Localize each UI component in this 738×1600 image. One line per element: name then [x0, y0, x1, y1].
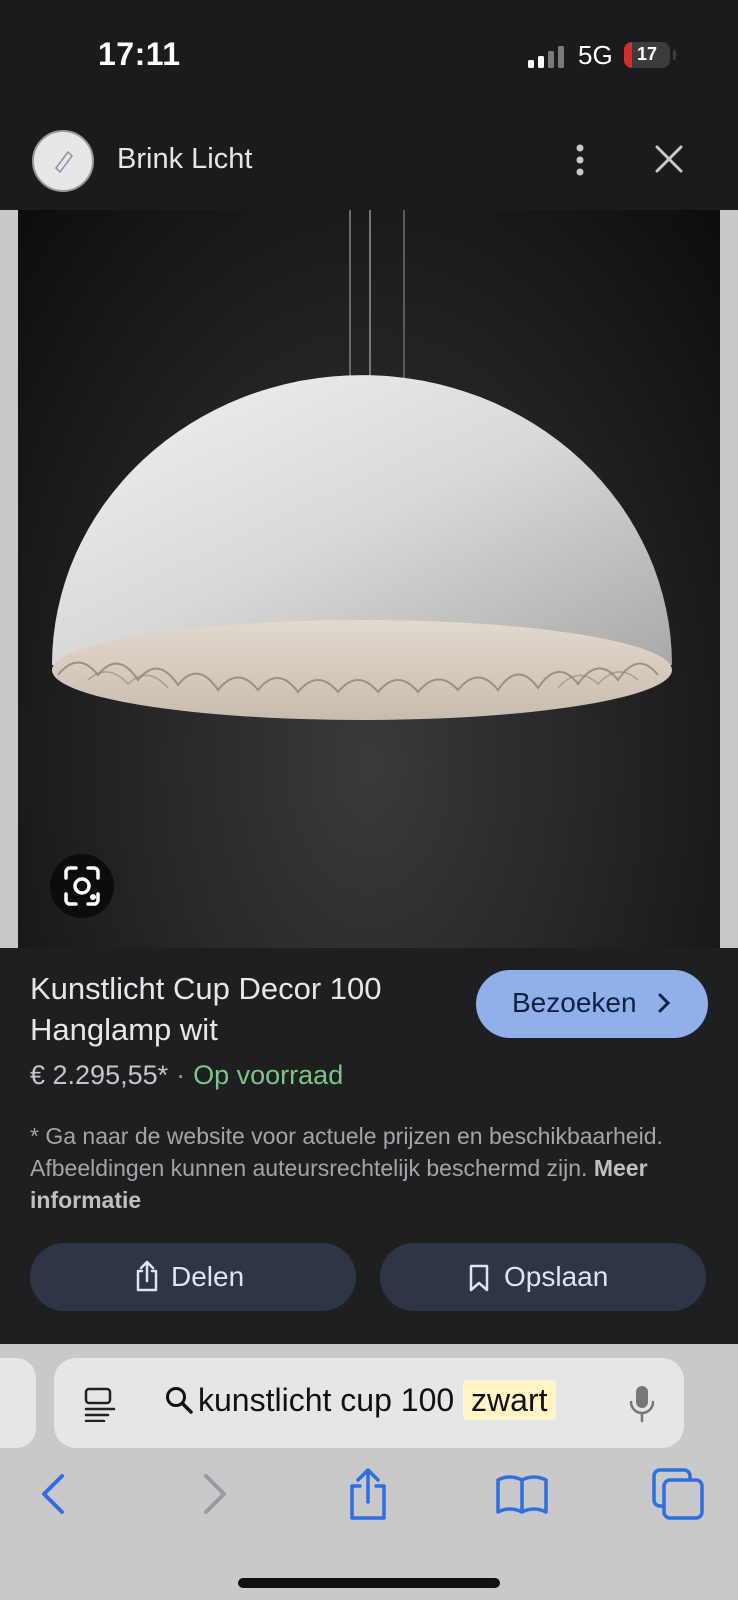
- forward-arrow-icon[interactable]: [188, 1466, 244, 1522]
- status-bar: 17:11 5G 17: [0, 0, 738, 110]
- tabs-overview-icon[interactable]: [650, 1466, 706, 1522]
- product-price: € 2.295,55*: [30, 1060, 169, 1090]
- share-button-label: Delen: [171, 1261, 245, 1292]
- save-button[interactable]: Opslaan: [380, 1243, 706, 1311]
- disclaimer-text: * Ga naar de website voor actuele prijze…: [30, 1123, 663, 1181]
- network-type: 5G: [578, 40, 613, 70]
- battery-percentage: 17: [636, 44, 658, 64]
- source-header: Brink Licht: [0, 110, 738, 210]
- price-disclaimer: * Ga naar de website voor actuele prijze…: [30, 1120, 680, 1216]
- bookmark-icon: [469, 1264, 489, 1292]
- visit-button[interactable]: Bezoeken: [476, 970, 708, 1038]
- save-button-label: Opslaan: [504, 1261, 609, 1292]
- more-vertical-icon[interactable]: [566, 140, 594, 180]
- browser-toolbar: kunstlicht cup 100 zwart: [0, 1344, 738, 1600]
- status-time: 17:11: [98, 36, 181, 72]
- site-favicon-icon[interactable]: [32, 130, 94, 192]
- query-text: kunstlicht cup 100: [198, 1382, 455, 1418]
- bookmarks-book-icon[interactable]: [494, 1466, 550, 1522]
- microphone-icon[interactable]: [628, 1384, 656, 1424]
- chevron-right-icon: [658, 993, 670, 1013]
- product-image[interactable]: [18, 210, 720, 948]
- close-icon[interactable]: [652, 142, 686, 176]
- product-title: Kunstlicht Cup Decor 100 Hanglamp wit: [30, 971, 382, 1047]
- home-indicator[interactable]: [238, 1578, 500, 1588]
- visit-button-label: Bezoeken: [512, 987, 637, 1018]
- share-icon: [136, 1260, 158, 1292]
- battery-icon: 17: [624, 42, 670, 68]
- pendant-lamp-illustration: [52, 210, 672, 720]
- cellular-signal-icon: [528, 46, 564, 68]
- search-query: kunstlicht cup 100 zwart: [164, 1380, 556, 1420]
- share-button[interactable]: Delen: [30, 1243, 356, 1311]
- previous-tab-peek[interactable]: [0, 1358, 36, 1448]
- stock-status: Op voorraad: [193, 1060, 344, 1090]
- query-highlight: zwart: [463, 1380, 556, 1420]
- address-bar[interactable]: kunstlicht cup 100 zwart: [54, 1358, 684, 1448]
- price-line: € 2.295,55* · Op voorraad: [30, 1060, 343, 1091]
- lens-icon: [64, 866, 100, 906]
- google-lens-button[interactable]: [50, 854, 114, 918]
- battery-tip: [673, 50, 676, 60]
- site-name[interactable]: Brink Licht: [117, 143, 252, 176]
- reader-mode-icon[interactable]: [82, 1386, 118, 1422]
- separator-dot: ·: [176, 1060, 186, 1090]
- back-arrow-icon[interactable]: [28, 1466, 84, 1522]
- share-toolbar-icon[interactable]: [340, 1466, 396, 1522]
- search-icon: [166, 1387, 193, 1414]
- product-details-panel: Kunstlicht Cup Decor 100 Hanglamp wit Be…: [0, 948, 738, 1344]
- product-image-container: [0, 210, 738, 948]
